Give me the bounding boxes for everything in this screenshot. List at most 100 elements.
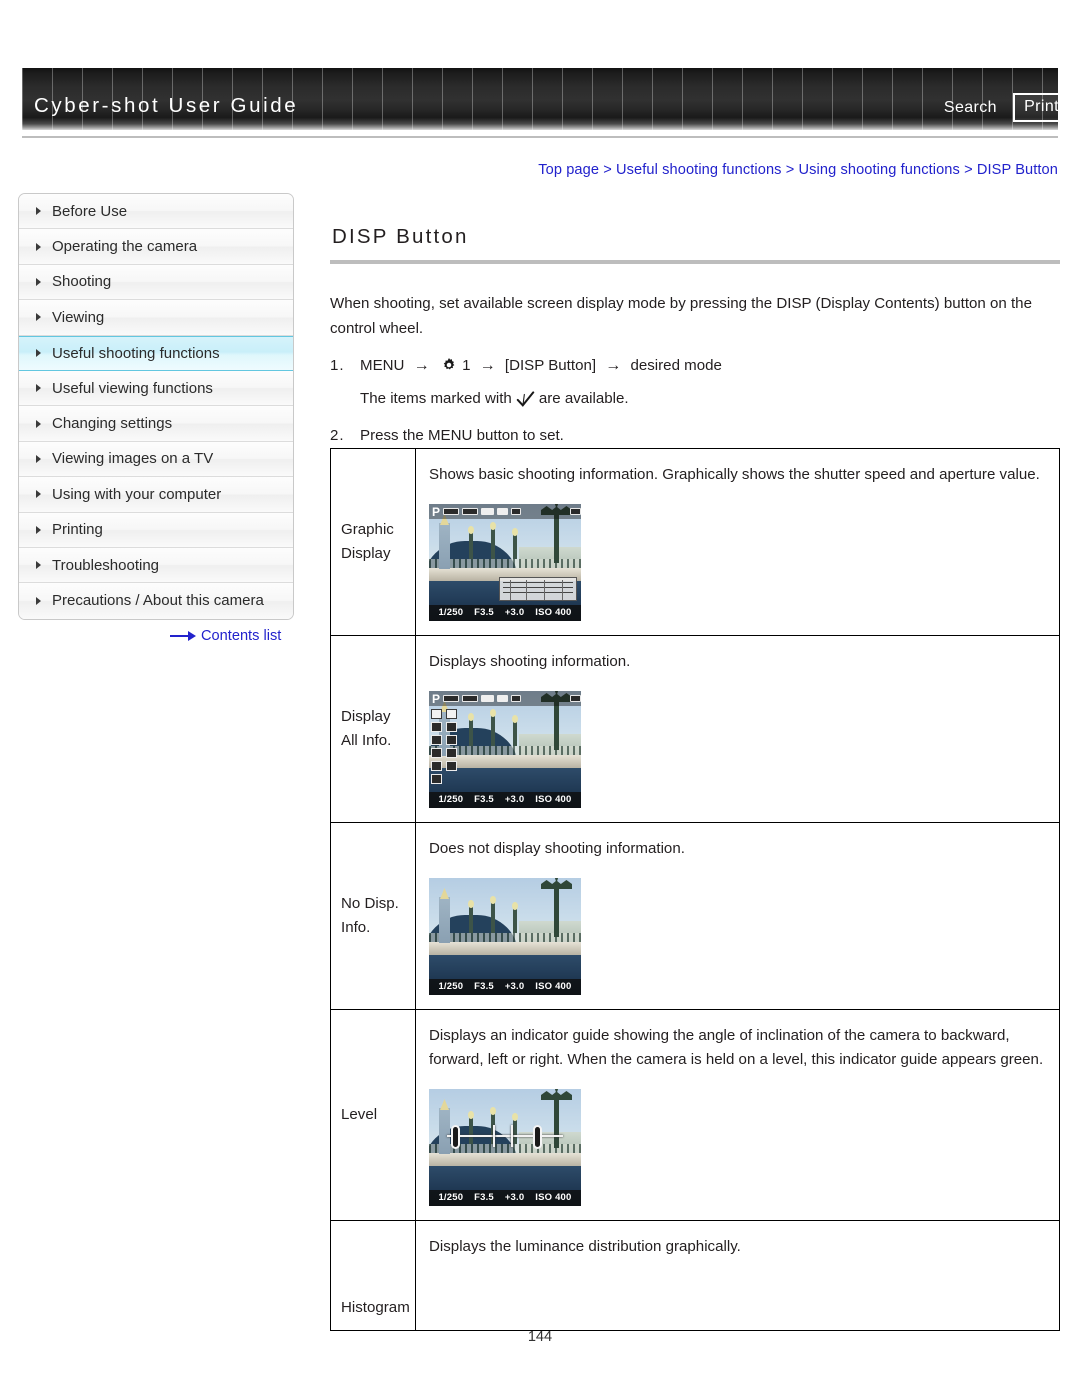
sidebar-item-useful-shooting-functions[interactable]: Useful shooting functions bbox=[19, 335, 293, 371]
aperture-value: F3.5 bbox=[474, 981, 494, 992]
sidebar-item-changing-settings[interactable]: Changing settings bbox=[19, 406, 293, 442]
sidebar-item-label: Precautions / About this camera bbox=[52, 592, 264, 610]
sidebar-item-before-use[interactable]: Before Use bbox=[19, 194, 293, 230]
step-number: 1. bbox=[330, 357, 345, 374]
header-divider bbox=[22, 136, 1058, 138]
sidebar-item-label: Using with your computer bbox=[52, 485, 222, 503]
mode-name-line: Level bbox=[341, 1106, 378, 1123]
sidebar-item-label: Operating the camera bbox=[52, 238, 198, 256]
sidebar-item-using-with-your-computer[interactable]: Using with your computer bbox=[19, 477, 293, 513]
camera-screen-graphic-display: P 1/250 F3.5 +3.0 ISO 400 bbox=[429, 504, 581, 621]
mode-name-line: No Disp. bbox=[341, 895, 399, 912]
exposure-comp-value: +3.0 bbox=[504, 794, 525, 805]
camera-screen-exposure-bar: 1/250 F3.5 +3.0 ISO 400 bbox=[429, 1190, 581, 1206]
exposure-comp-value: +3.0 bbox=[504, 1192, 525, 1203]
mode-name-cell: Level bbox=[330, 1009, 416, 1221]
sidebar-item-troubleshooting[interactable]: Troubleshooting bbox=[19, 547, 293, 584]
step-note-prefix: The items marked with bbox=[360, 390, 512, 407]
exposure-comp-value: +3.0 bbox=[504, 607, 525, 618]
camera-screen-level: 1/250 F3.5 +3.0 ISO 400 bbox=[429, 1089, 581, 1206]
shoot-mode-letter: P bbox=[432, 691, 441, 706]
sidebar-item-viewing[interactable]: Viewing bbox=[19, 300, 293, 336]
level-left-marker bbox=[451, 1125, 460, 1149]
bullet-arrow-icon bbox=[36, 490, 41, 499]
arrow-icon: → bbox=[413, 357, 430, 374]
step-body: MENU → 1 → [DISP Button] → desired mode bbox=[360, 354, 1060, 378]
iso-value: ISO 400 bbox=[535, 1192, 572, 1203]
sidebar-nav: Before Use Operating the camera Shooting… bbox=[18, 193, 294, 620]
shutter-speed-value: 1/250 bbox=[438, 1192, 464, 1203]
print-button[interactable]: Print bbox=[1013, 93, 1070, 122]
bullet-arrow-icon bbox=[36, 277, 41, 286]
sidebar-item-label: Viewing bbox=[52, 308, 105, 326]
camera-screen-no-disp-info: 1/250 F3.5 +3.0 ISO 400 bbox=[429, 878, 581, 995]
aperture-value: F3.5 bbox=[474, 794, 494, 805]
search-link[interactable]: Search bbox=[944, 99, 997, 117]
mode-description-cell: Displays the luminance distribution grap… bbox=[415, 1220, 1060, 1331]
mode-description-cell: Displays shooting information. P 1/250 F… bbox=[415, 635, 1060, 823]
camera-screen-topbar: P bbox=[429, 504, 581, 519]
level-center-marker bbox=[489, 1125, 519, 1147]
mode-description-cell: Shows basic shooting information. Graphi… bbox=[415, 448, 1060, 636]
bullet-arrow-icon bbox=[36, 561, 41, 570]
mode-name-line: Info. bbox=[341, 919, 371, 936]
step-1: 1. MENU → 1 → [DISP Button] → desired mo… bbox=[330, 354, 1060, 378]
sidebar-item-operating-the-camera[interactable]: Operating the camera bbox=[19, 229, 293, 265]
mode-name-line: Display bbox=[341, 545, 391, 562]
bullet-arrow-icon bbox=[36, 419, 41, 428]
page-title: DISP Button bbox=[332, 225, 469, 248]
camera-screen-display-all-info: P 1/250 F3.5 +3.0 ISO 400 bbox=[429, 691, 581, 808]
disp-modes-table: Graphic Display Shows basic shooting inf… bbox=[330, 448, 1060, 1331]
level-right-marker bbox=[533, 1125, 542, 1149]
sidebar-item-precautions-about-this-camera[interactable]: Precautions / About this camera bbox=[19, 583, 293, 619]
bullet-arrow-icon bbox=[36, 525, 41, 534]
mode-name-line: Display bbox=[341, 708, 391, 725]
main-content: DISP Button When shooting, set available… bbox=[330, 193, 1060, 448]
contents-list-link[interactable]: Contents list bbox=[170, 628, 281, 644]
mode-description: Displays shooting information. bbox=[429, 653, 631, 670]
mode-name-line: Graphic bbox=[341, 521, 394, 538]
exposure-comp-value: +3.0 bbox=[504, 981, 525, 992]
camera-screen-exposure-bar: 1/250 F3.5 +3.0 ISO 400 bbox=[429, 605, 581, 621]
gear-icon bbox=[441, 357, 457, 373]
camera-screen-exposure-bar: 1/250 F3.5 +3.0 ISO 400 bbox=[429, 792, 581, 808]
sidebar-item-label: Useful shooting functions bbox=[52, 344, 220, 362]
sidebar-item-viewing-images-on-a-tv[interactable]: Viewing images on a TV bbox=[19, 441, 293, 478]
sidebar-item-shooting[interactable]: Shooting bbox=[19, 264, 293, 301]
mode-description-cell: Displays an indicator guide showing the … bbox=[415, 1009, 1060, 1221]
step-part-disp-button: [DISP Button] bbox=[504, 357, 597, 374]
camera-screen-exposure-bar: 1/250 F3.5 +3.0 ISO 400 bbox=[429, 979, 581, 995]
step-part-menu: MENU bbox=[360, 357, 405, 374]
bullet-arrow-icon bbox=[36, 313, 41, 322]
graphic-info-overlay bbox=[499, 577, 577, 601]
bullet-arrow-icon bbox=[36, 242, 41, 251]
bullet-arrow-icon bbox=[36, 384, 41, 393]
mode-description: Displays the luminance distribution grap… bbox=[429, 1238, 741, 1255]
camera-screen-topbar: P bbox=[429, 691, 581, 706]
intro-paragraph: When shooting, set available screen disp… bbox=[330, 295, 1032, 337]
arrow-icon: → bbox=[605, 357, 622, 374]
bullet-arrow-icon bbox=[36, 349, 41, 358]
sidebar-item-label: Troubleshooting bbox=[52, 556, 160, 574]
checkmark-icon bbox=[516, 390, 535, 408]
shutter-speed-value: 1/250 bbox=[438, 607, 464, 618]
table-row: Graphic Display Shows basic shooting inf… bbox=[330, 448, 1060, 636]
breadcrumb[interactable]: Top page > Useful shooting functions > U… bbox=[538, 162, 1058, 178]
step-1-note: The items marked with are available. bbox=[360, 387, 1060, 411]
step-2: 2. Press the MENU button to set. bbox=[330, 424, 1060, 448]
mode-name-line: Histogram bbox=[341, 1299, 410, 1316]
sidebar-item-label: Useful viewing functions bbox=[52, 379, 213, 397]
mode-name-line: All Info. bbox=[341, 732, 392, 749]
step-part-desired-mode: desired mode bbox=[630, 357, 722, 374]
sidebar-item-printing[interactable]: Printing bbox=[19, 512, 293, 548]
sidebar-item-useful-viewing-functions[interactable]: Useful viewing functions bbox=[19, 370, 293, 407]
table-row: Histogram Displays the luminance distrib… bbox=[330, 1220, 1060, 1331]
mode-name-cell: No Disp. Info. bbox=[330, 822, 416, 1010]
bullet-arrow-icon bbox=[36, 454, 41, 463]
site-title: Cyber-shot User Guide bbox=[34, 94, 299, 117]
mode-description: Displays an indicator guide showing the … bbox=[429, 1027, 1044, 1068]
table-row: Level Displays an indicator guide showin… bbox=[330, 1009, 1060, 1221]
table-row: No Disp. Info. Does not display shooting… bbox=[330, 822, 1060, 1010]
iso-value: ISO 400 bbox=[535, 981, 572, 992]
mode-description: Shows basic shooting information. Graphi… bbox=[429, 466, 1040, 483]
